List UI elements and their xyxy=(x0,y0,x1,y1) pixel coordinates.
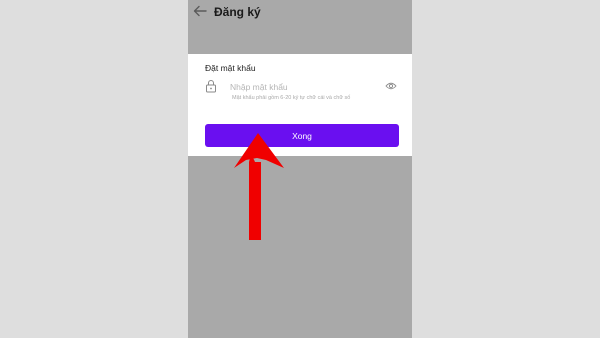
arrow-left-icon xyxy=(193,5,207,17)
password-hint: Mật khẩu phải gồm 6-20 ký tự chữ cái và … xyxy=(232,95,351,101)
back-button[interactable] xyxy=(192,3,208,19)
lock-icon xyxy=(206,80,216,93)
password-input[interactable] xyxy=(230,81,380,93)
password-sheet: Đặt mật khẩu Mật khẩu phải gồm 6-20 ký t… xyxy=(188,54,412,156)
sheet-title: Đặt mật khẩu xyxy=(205,63,256,73)
page-title: Đăng ký xyxy=(214,5,261,19)
done-button[interactable]: Xong xyxy=(205,124,399,147)
app-bar: Đăng ký xyxy=(188,0,412,26)
phone-screen: Đăng ký Đặt mật khẩu Mật khẩu phải gồm 6… xyxy=(188,0,412,338)
eye-icon[interactable] xyxy=(385,81,397,91)
